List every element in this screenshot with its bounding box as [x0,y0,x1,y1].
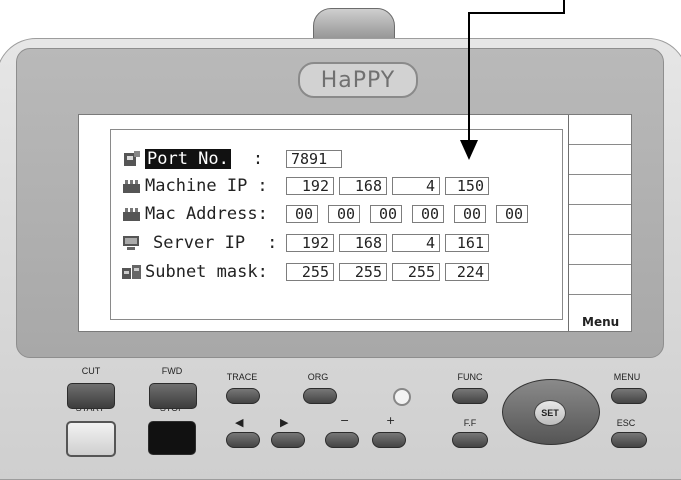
ff-button[interactable] [452,432,488,448]
mac-octet-2[interactable]: 00 [328,205,360,223]
minus-button[interactable] [325,432,359,448]
fwd-button[interactable] [149,383,197,409]
server-icon [121,234,143,252]
org-key-label: ORG [307,372,329,382]
subnet-octet-2[interactable]: 255 [339,263,387,281]
machine-ip-octet-2[interactable]: 168 [339,177,387,195]
menu-button[interactable] [611,388,647,404]
func-button[interactable] [452,388,488,404]
mac-octet-3[interactable]: 00 [370,205,402,223]
left-arrow-icon: ◀ [235,416,244,429]
softkey-menu-label[interactable]: Menu [582,315,619,329]
row-server-ip: Server IP : [121,232,277,254]
trace-button[interactable] [226,388,260,404]
fwd-key-label: FWD [161,366,183,376]
mac-octet-1[interactable]: 00 [286,205,318,223]
server-ip-octet-2[interactable]: 168 [339,234,387,252]
menu-key-label: MENU [613,372,641,382]
server-ip-octet-4[interactable]: 161 [445,234,489,252]
esc-key-label: ESC [616,418,636,428]
row-machine-ip: Machine IP : [121,175,268,197]
set-button-label: SET [541,408,559,418]
left-button[interactable] [226,432,260,448]
minus-icon: − [340,414,350,427]
annotation-arrow-segment [468,12,470,140]
subnet-octet-4[interactable]: 224 [445,263,489,281]
func-key-label: FUNC [457,372,483,382]
machine-ip-octet-4[interactable]: 150 [445,177,489,195]
lcd-screen: Port No. : 7891 Machine IP : 192 168 4 1… [78,114,632,332]
cut-key-label: CUT [81,366,101,376]
machine-ip-octet-3[interactable]: 4 [392,177,440,195]
server-ip-octet-3[interactable]: 4 [392,234,440,252]
annotation-arrow-segment [468,12,565,14]
right-arrow-icon: ▶ [280,416,289,429]
subnet-octet-1[interactable]: 255 [286,263,334,281]
softkey-slot[interactable] [569,235,631,265]
machine-ip-label: Machine IP [145,176,248,196]
subnet-octet-3[interactable]: 255 [392,263,440,281]
cut-button[interactable] [67,383,115,409]
row-subnet-mask: Subnet mask : [121,261,268,283]
stop-button[interactable] [148,421,196,455]
softkey-slot[interactable] [569,145,631,175]
port-icon [121,150,143,168]
set-button[interactable]: SET [534,400,566,426]
softkey-panel [568,115,631,331]
plus-button[interactable] [372,432,406,448]
port-no-label[interactable]: Port No. [145,149,231,169]
mac-address-label: Mac Address [145,204,258,224]
org-button[interactable] [303,388,337,404]
row-port-no: Port No. : [121,148,263,170]
machine-icon [121,177,143,195]
machine-ip-octet-1[interactable]: 192 [286,177,334,195]
mac-octet-6[interactable]: 00 [496,205,528,223]
trace-key-label: TRACE [226,372,258,382]
start-button[interactable] [66,421,116,457]
mac-octet-4[interactable]: 00 [412,205,444,223]
port-no-field[interactable]: 7891 [286,150,342,168]
brand-logo: HaPPY [298,62,418,98]
right-button[interactable] [271,432,305,448]
mac-icon [121,205,143,223]
softkey-slot[interactable] [569,115,631,145]
esc-button[interactable] [611,432,647,448]
softkey-slot[interactable] [569,175,631,205]
softkey-slot[interactable] [569,265,631,295]
server-ip-octet-1[interactable]: 192 [286,234,334,252]
subnet-mask-label: Subnet mask [145,262,258,282]
mac-octet-5[interactable]: 00 [454,205,486,223]
server-ip-label: Server IP [153,233,246,253]
plus-icon: + [386,414,396,427]
status-led [393,388,411,406]
ff-key-label: F.F [463,418,477,428]
row-mac-address: Mac Address : [121,203,268,225]
softkey-slot[interactable] [569,205,631,235]
annotation-arrow-head [460,140,478,160]
subnet-icon [121,263,143,281]
